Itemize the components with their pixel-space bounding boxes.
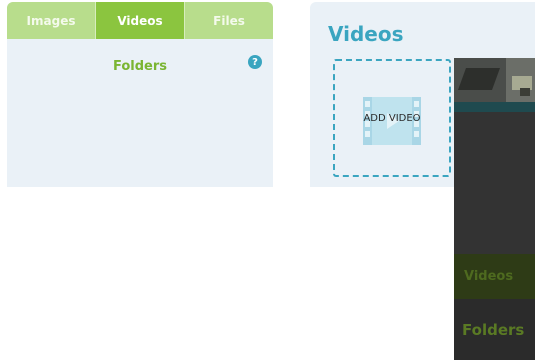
overlay-panel: Videos Folders <box>454 58 535 360</box>
overlay-folders-item[interactable]: Folders <box>454 299 535 360</box>
overlay-videos-label: Videos <box>464 269 514 284</box>
overlay-videos-item[interactable]: Videos <box>454 254 535 299</box>
folders-title: Folders <box>112 59 167 74</box>
add-video-label: ADD VIDEO <box>363 112 421 124</box>
tab-files-label: Files <box>213 13 245 28</box>
overlay-content-area <box>454 112 535 254</box>
media-browser-panel: Images Videos Files Folders ? <box>7 2 273 187</box>
overlay-folders-label: Folders <box>462 320 525 339</box>
help-icon[interactable]: ? <box>248 55 262 69</box>
tab-images[interactable]: Images <box>7 2 96 39</box>
tab-videos[interactable]: Videos <box>96 2 185 39</box>
video-thumbnail[interactable] <box>454 58 506 112</box>
video-thumbnail[interactable] <box>506 58 535 112</box>
tab-videos-label: Videos <box>117 13 163 28</box>
tab-files[interactable]: Files <box>185 2 273 39</box>
tab-images-label: Images <box>26 13 76 28</box>
media-tabs: Images Videos Files <box>7 2 273 39</box>
folders-header: Folders ? <box>7 39 273 79</box>
add-video-button[interactable]: ADD VIDEO <box>333 59 451 177</box>
videos-title: Videos <box>328 22 404 46</box>
